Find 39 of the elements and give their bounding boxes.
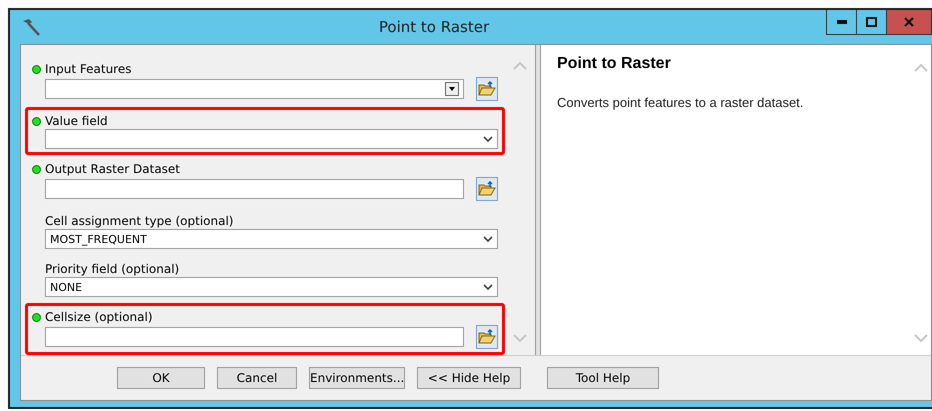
dialog-button[interactable]: Environments... xyxy=(309,367,405,389)
input-field[interactable] xyxy=(45,79,464,99)
maximize-icon xyxy=(866,17,877,27)
dropdown-field[interactable] xyxy=(45,129,498,149)
input-field[interactable] xyxy=(45,327,464,347)
scroll-up-icon[interactable] xyxy=(914,63,928,72)
dialog-button[interactable]: OK xyxy=(117,367,205,389)
window-title: Point to Raster xyxy=(378,18,490,36)
dialog-button[interactable]: << Hide Help xyxy=(417,367,521,389)
chevron-icon xyxy=(483,284,493,290)
help-title: Point to Raster xyxy=(557,55,672,73)
dialog-button[interactable]: Tool Help xyxy=(547,367,659,389)
folder-icon xyxy=(478,181,496,197)
dialog-button[interactable]: Cancel xyxy=(217,367,297,389)
chevron-icon xyxy=(483,136,493,142)
folder-icon xyxy=(478,81,496,97)
browse-button[interactable] xyxy=(476,177,498,201)
field-label: Input Features xyxy=(45,62,132,76)
field-label: Cellsize (optional) xyxy=(45,310,153,324)
field-label: Output Raster Dataset xyxy=(45,162,180,176)
folder-icon xyxy=(478,329,496,345)
chevron-icon xyxy=(483,236,493,242)
scroll-down-icon[interactable] xyxy=(914,334,928,343)
close-icon xyxy=(904,17,914,27)
help-text: Converts point features to a raster dataset. xyxy=(557,95,804,110)
field-label: Cell assignment type (optional) xyxy=(45,214,234,228)
minimize-icon xyxy=(836,20,846,24)
input-field[interactable] xyxy=(45,179,464,199)
browse-button[interactable] xyxy=(476,325,498,349)
dropdown-field[interactable]: NONE xyxy=(45,277,498,297)
dropdown-field[interactable]: MOST_FREQUENT xyxy=(45,229,498,249)
scroll-up-icon[interactable] xyxy=(513,61,527,70)
field-label: Priority field (optional) xyxy=(45,262,180,276)
field-value: MOST_FREQUENT xyxy=(50,232,147,246)
field-value: NONE xyxy=(50,280,82,294)
browse-button[interactable] xyxy=(476,77,498,101)
close-button[interactable] xyxy=(887,10,931,34)
field-label: Value field xyxy=(45,114,108,128)
scroll-down-icon[interactable] xyxy=(513,334,527,343)
